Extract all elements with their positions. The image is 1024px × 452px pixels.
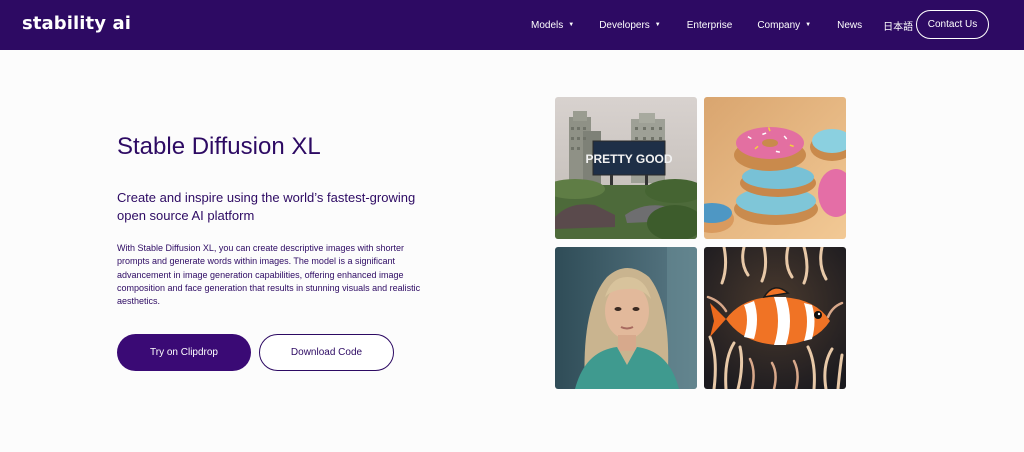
nav-item-company[interactable]: Company ▼ bbox=[757, 20, 811, 31]
chevron-down-icon: ▼ bbox=[805, 22, 812, 28]
page-title: Stable Diffusion XL bbox=[117, 133, 321, 160]
try-on-clipdrop-button[interactable]: Try on Clipdrop bbox=[117, 334, 251, 371]
billboard-text: PRETTY GOOD bbox=[585, 152, 672, 166]
nav-menu: Models ▼ Developers ▼ Enterprise Company… bbox=[531, 0, 913, 50]
gallery-image-donuts bbox=[704, 97, 846, 239]
nav-item-japanese[interactable]: 日本語 bbox=[883, 18, 913, 33]
download-code-button[interactable]: Download Code bbox=[259, 334, 394, 371]
gallery-image-portrait bbox=[555, 247, 697, 389]
gallery-image-clownfish bbox=[704, 247, 846, 389]
nav-item-label: News bbox=[837, 19, 863, 31]
nav-item-label: Company bbox=[757, 19, 801, 31]
stability-logo[interactable]: stability ai bbox=[22, 13, 131, 34]
chevron-down-icon: ▼ bbox=[568, 22, 575, 28]
hero-subtitle: Create and inspire using the world’s fas… bbox=[117, 190, 416, 223]
nav-item-label: Developers bbox=[599, 19, 650, 31]
nav-item-label: 日本語 bbox=[883, 21, 914, 33]
nav-item-enterprise[interactable]: Enterprise bbox=[687, 20, 733, 31]
nav-item-developers[interactable]: Developers ▼ bbox=[599, 20, 661, 31]
nav-item-label: Models bbox=[531, 19, 564, 31]
nav-item-label: Enterprise bbox=[686, 19, 733, 31]
nav-item-news[interactable]: News bbox=[837, 20, 862, 31]
contact-us-button[interactable]: Contact Us bbox=[916, 10, 989, 39]
nav-item-models[interactable]: Models ▼ bbox=[531, 20, 574, 31]
hero-description: With Stable Diffusion XL, you can create… bbox=[117, 243, 421, 307]
top-nav: stability ai Models ▼ Developers ▼ Enter… bbox=[0, 0, 1024, 50]
gallery-image-billboard: PRETTY GOOD bbox=[555, 97, 697, 239]
chevron-down-icon: ▼ bbox=[654, 22, 661, 28]
